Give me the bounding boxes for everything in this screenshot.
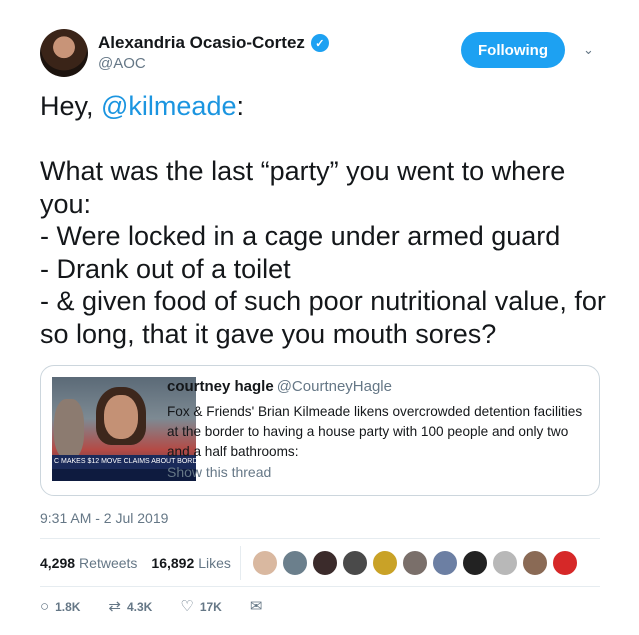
retweet-icon: ⇄ <box>108 598 121 615</box>
stats-separator <box>240 546 241 580</box>
liker-avatar[interactable] <box>462 550 488 576</box>
likes-label[interactable]: Likes <box>198 555 231 571</box>
quoted-tweet-text: Fox & Friends' Brian Kilmeade likens ove… <box>167 404 583 459</box>
retweet-count: 4.3K <box>127 600 153 614</box>
author-name[interactable]: Alexandria Ocasio-Cortez <box>98 33 305 53</box>
likes-count[interactable]: 16,892 <box>151 555 194 571</box>
direct-message-button[interactable]: ✉ <box>250 598 263 616</box>
tweet-body: What was the last “party” you went to wh… <box>40 156 606 349</box>
greeting-suffix: : <box>236 91 244 121</box>
liker-avatar[interactable] <box>312 550 338 576</box>
liker-avatar[interactable] <box>282 550 308 576</box>
like-button[interactable]: ♡ 17K <box>180 598 221 616</box>
greeting-prefix: Hey, <box>40 91 102 121</box>
reply-count: 1.8K <box>55 600 81 614</box>
quoted-tweet[interactable]: C MAKES $12 MOVE CLAIMS ABOUT BORD court… <box>40 365 600 496</box>
liker-avatar[interactable] <box>372 550 398 576</box>
quoted-author-name: courtney hagle <box>167 378 274 395</box>
author-name-row[interactable]: Alexandria Ocasio-Cortez ✓ <box>98 33 329 53</box>
tweet-actions: ○ 1.8K ⇄ 4.3K ♡ 17K ✉ <box>40 598 290 616</box>
divider <box>40 538 600 539</box>
retweets-count[interactable]: 4,298 <box>40 555 75 571</box>
mention-link[interactable]: @kilmeade <box>101 91 236 121</box>
tweet-text: Hey, @kilmeade: What was the last “party… <box>40 90 610 350</box>
liker-avatar[interactable] <box>432 550 458 576</box>
following-button[interactable]: Following <box>461 32 565 68</box>
liker-avatar[interactable] <box>492 550 518 576</box>
liker-avatar[interactable] <box>342 550 368 576</box>
author-handle[interactable]: @AOC <box>98 55 146 72</box>
liker-avatar[interactable] <box>402 550 428 576</box>
liker-avatar[interactable] <box>522 550 548 576</box>
liker-avatar[interactable] <box>552 550 578 576</box>
chevron-down-icon[interactable]: ⌄ <box>583 42 597 57</box>
liker-avatar[interactable] <box>252 550 278 576</box>
envelope-icon: ✉ <box>249 598 263 615</box>
show-thread-link[interactable]: Show this thread <box>167 464 271 480</box>
quoted-author-handle: @CourtneyHagle <box>276 378 392 395</box>
retweets-label[interactable]: Retweets <box>79 555 137 571</box>
author-avatar[interactable] <box>40 29 88 77</box>
divider <box>40 586 600 587</box>
heart-icon: ♡ <box>180 598 194 615</box>
reply-button[interactable]: ○ 1.8K <box>40 598 80 616</box>
like-count: 17K <box>199 600 222 614</box>
retweet-button[interactable]: ⇄ 4.3K <box>108 598 152 616</box>
tweet-stats: 4,298 Retweets 16,892 Likes <box>40 555 245 571</box>
reply-icon: ○ <box>40 598 50 615</box>
quoted-tweet-header: courtney hagle @CourtneyHagle <box>167 378 392 395</box>
tweet-timestamp[interactable]: 9:31 AM - 2 Jul 2019 <box>40 510 168 526</box>
verified-badge-icon: ✓ <box>310 34 329 52</box>
liker-avatars[interactable] <box>252 550 578 576</box>
